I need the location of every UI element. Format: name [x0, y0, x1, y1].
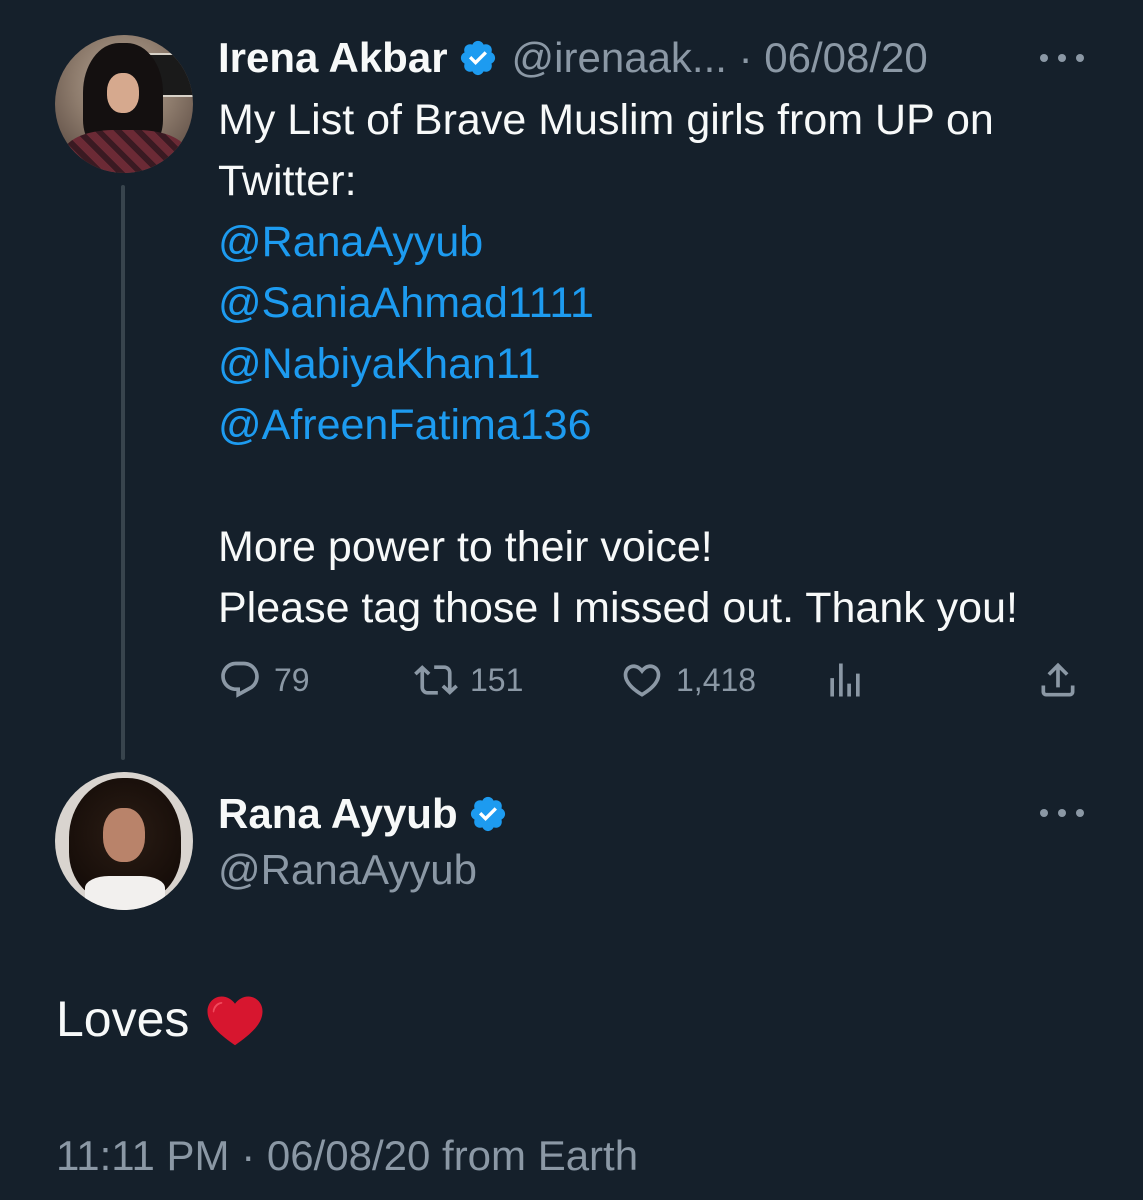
mention-link[interactable]: @RanaAyyub: [218, 212, 1118, 273]
views-chart-icon: [830, 663, 860, 697]
avatar-irena-akbar[interactable]: [55, 35, 193, 173]
retweet-button[interactable]: 151: [414, 652, 523, 708]
author-handle[interactable]: @RanaAyyub: [218, 846, 477, 894]
tweet-text-line: Please tag those I missed out. Thank you…: [218, 584, 1018, 632]
avatar-clothing: [85, 876, 165, 910]
retweet-count: 151: [470, 661, 524, 698]
tweet-timestamp-and-source[interactable]: 11:11 PM · 06/08/20 from Earth: [56, 1132, 638, 1180]
avatar-face: [103, 808, 145, 862]
verified-badge-icon[interactable]: [468, 794, 508, 834]
reply-text-body: Loves: [56, 991, 190, 1047]
reply-icon: [221, 661, 259, 698]
red-heart-emoji-icon: [207, 996, 263, 1046]
tweet-text-line: More power to their voice!: [218, 523, 713, 571]
verified-badge-icon[interactable]: [458, 38, 498, 78]
more-options-icon[interactable]: [1040, 48, 1084, 68]
mention-link[interactable]: @AfreenFatima136: [218, 395, 1118, 456]
reply-tweet-header: Rana Ayyub: [218, 786, 508, 842]
tweet-action-bar: 79 151 1,418: [218, 652, 1083, 708]
heart-outline-icon: [623, 664, 661, 697]
reply-button[interactable]: 79: [218, 652, 310, 708]
tweet-text-line: Twitter:: [218, 157, 357, 205]
reply-tweet-text: Loves: [56, 990, 265, 1048]
more-options-icon[interactable]: [1040, 803, 1084, 823]
avatar-face: [107, 73, 139, 113]
reply-count: 79: [274, 661, 310, 698]
share-button[interactable]: [1036, 652, 1080, 708]
parent-tweet-header: Irena Akbar @irenaak... · 06/08/20: [218, 30, 928, 86]
author-name[interactable]: Rana Ayyub: [218, 790, 458, 838]
mention-link[interactable]: @NabiyaKhan11: [218, 334, 1118, 395]
mention-link[interactable]: @SaniaAhmad1111: [218, 273, 1118, 334]
thread-connector-line: [121, 185, 125, 760]
author-handle-and-date[interactable]: @irenaak... · 06/08/20: [512, 34, 928, 82]
like-count: 1,418: [676, 661, 757, 698]
author-name[interactable]: Irena Akbar: [218, 34, 448, 82]
avatar-rana-ayyub[interactable]: [55, 772, 193, 910]
parent-tweet-text: My List of Brave Muslim girls from UP on…: [218, 90, 1118, 639]
share-upload-icon: [1041, 662, 1075, 697]
retweet-icon: [414, 665, 458, 695]
views-button[interactable]: [823, 652, 867, 708]
avatar-clothing: [63, 130, 188, 173]
like-button[interactable]: 1,418: [620, 652, 756, 708]
tweet-text-line: My List of Brave Muslim girls from UP on: [218, 96, 994, 144]
